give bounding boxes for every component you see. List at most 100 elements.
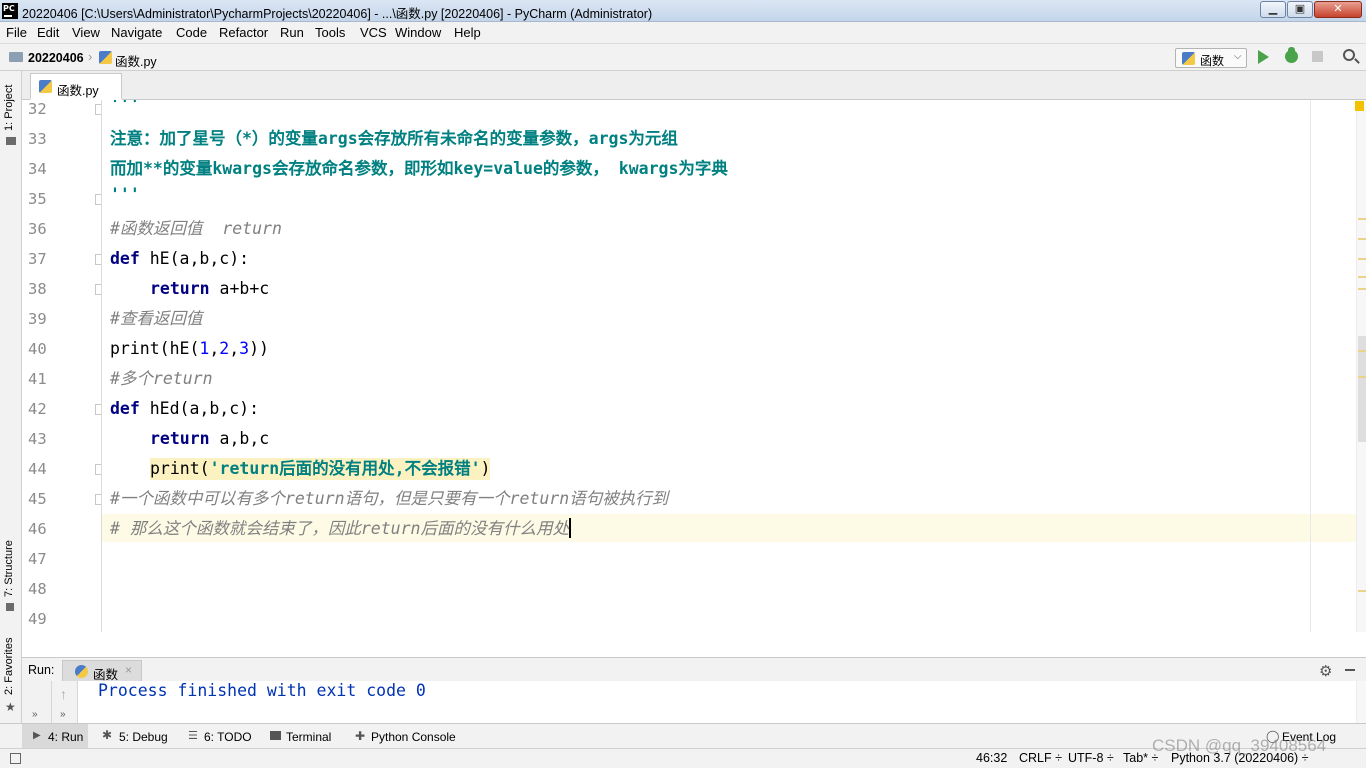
- code-line: #多个return: [110, 368, 213, 390]
- breadcrumb-file[interactable]: 函数.py: [115, 51, 157, 70]
- code-line: def hEd(a,b,c):: [110, 398, 259, 420]
- line-number: 48: [28, 580, 47, 598]
- favorites-tool-tab[interactable]: 2: Favorites: [3, 638, 15, 695]
- editor-tab[interactable]: 函数.py: [30, 73, 122, 100]
- code-line: 而加**的变量kwargs会存放命名参数，即形如key=value的参数， kw…: [110, 158, 728, 180]
- menu-file[interactable]: File: [6, 25, 27, 40]
- line-separator[interactable]: CRLF ÷: [1019, 751, 1062, 765]
- run-triangle-icon: ▶: [33, 730, 41, 741]
- keyword: return: [150, 279, 210, 298]
- up-arrow-icon[interactable]: ↑: [60, 686, 67, 702]
- editor-scrollbar[interactable]: [1356, 100, 1366, 632]
- tool-tab-run[interactable]: ▶ 4: Run: [22, 724, 88, 749]
- console-output-text: Process finished with exit code 0: [98, 681, 426, 700]
- gear-icon[interactable]: ⚙: [1319, 662, 1332, 680]
- menu-run[interactable]: Run: [280, 25, 304, 40]
- warning-indicator-icon[interactable]: [1355, 101, 1364, 111]
- fold-marker-icon[interactable]: [95, 284, 101, 295]
- code-text: hE(a,b,c):: [139, 249, 250, 268]
- menu-vcs[interactable]: VCS: [360, 25, 387, 40]
- project-tool-tab[interactable]: 1: Project: [3, 85, 15, 131]
- tool-tab-terminal[interactable]: Terminal: [262, 724, 340, 749]
- fold-marker-icon[interactable]: [95, 104, 101, 115]
- close-button[interactable]: ✕: [1314, 1, 1362, 18]
- menu-edit[interactable]: Edit: [37, 25, 59, 40]
- error-stripe-mark[interactable]: [1358, 276, 1366, 278]
- number-literal: 2: [219, 339, 230, 358]
- tool-tab-label: Terminal: [286, 730, 332, 744]
- stop-icon[interactable]: [1312, 51, 1323, 62]
- fold-marker-icon[interactable]: [95, 194, 101, 205]
- menu-window[interactable]: Window: [395, 25, 441, 40]
- console-scrollbar[interactable]: [1356, 681, 1366, 723]
- line-number: 41: [28, 370, 47, 388]
- run-configuration-select[interactable]: 函数 ⌵: [1175, 48, 1247, 68]
- error-stripe-mark[interactable]: [1358, 258, 1366, 260]
- comment: #多个return: [110, 369, 213, 388]
- error-stripe-mark[interactable]: [1358, 218, 1366, 220]
- code-editor[interactable]: ''' 注意：加了星号（*）的变量args会存放所有未命名的变量参数，args为…: [102, 100, 1310, 632]
- line-number: 33: [28, 130, 47, 148]
- minimize-panel-icon[interactable]: [1345, 669, 1355, 671]
- fold-marker-icon[interactable]: [95, 254, 101, 265]
- maximize-button[interactable]: ▣: [1287, 1, 1313, 18]
- python-config-icon: [1182, 52, 1195, 65]
- code-text: ,: [229, 339, 240, 358]
- structure-tool-tab[interactable]: 7: Structure: [3, 540, 15, 597]
- fold-marker-icon[interactable]: [95, 404, 101, 415]
- breadcrumb-project[interactable]: 20220406: [28, 51, 84, 65]
- code-line: ''': [110, 184, 140, 206]
- run-icon[interactable]: [1258, 50, 1269, 64]
- left-tool-strip: 1: Project 7: Structure 2: Favorites ★: [0, 71, 22, 747]
- code-line: def hE(a,b,c):: [110, 248, 249, 270]
- run-configuration-label: 函数: [1200, 54, 1225, 68]
- close-icon[interactable]: ×: [125, 663, 132, 677]
- expand-chevrons-icon[interactable]: »: [32, 709, 38, 720]
- menu-code[interactable]: Code: [176, 25, 207, 40]
- bug-icon: ✱: [102, 728, 113, 742]
- minimize-button[interactable]: ▁: [1260, 1, 1286, 18]
- docstring-text: 注意：加了星号（*）的变量args会存放所有未命名的变量参数，args为元组: [110, 129, 678, 148]
- line-number: 44: [28, 460, 47, 478]
- fold-marker-icon[interactable]: [95, 494, 101, 505]
- close-icon: ✕: [1333, 3, 1343, 15]
- line-number-gutter: 32 33 34 35 36 37 38 39 40 41 42 43 44 4…: [22, 100, 102, 632]
- folder-icon: [9, 52, 23, 62]
- error-stripe-mark[interactable]: [1358, 288, 1366, 290]
- menu-bar: File Edit View Navigate Code Refactor Ru…: [0, 22, 1366, 43]
- menu-refactor[interactable]: Refactor: [219, 25, 268, 40]
- line-number: 38: [28, 280, 47, 298]
- error-stripe-mark[interactable]: [1358, 350, 1366, 352]
- menu-tools[interactable]: Tools: [315, 25, 345, 40]
- code-line: return a+b+c: [150, 278, 269, 300]
- project-folder-icon: [6, 137, 16, 145]
- error-stripe-mark[interactable]: [1358, 238, 1366, 240]
- tool-tab-label: Python Console: [371, 730, 456, 744]
- menu-view[interactable]: View: [72, 25, 100, 40]
- menu-navigate[interactable]: Navigate: [111, 25, 162, 40]
- tool-tab-python-console[interactable]: ✚ Python Console: [348, 724, 460, 749]
- error-stripe-mark[interactable]: [1358, 590, 1366, 592]
- number-literal: 1: [199, 339, 210, 358]
- expand-chevrons-icon[interactable]: »: [60, 709, 66, 720]
- run-left-toolbar-2: ↑ »: [52, 681, 78, 723]
- tool-tab-label: 5: Debug: [119, 730, 168, 744]
- caret-position[interactable]: 46:32: [976, 751, 1007, 765]
- line-number: 46: [28, 520, 47, 538]
- code-line: ''': [110, 100, 140, 116]
- run-tab[interactable]: 函数 ×: [62, 660, 142, 682]
- fold-marker-icon[interactable]: [95, 464, 101, 475]
- run-panel-label: Run:: [28, 663, 55, 677]
- debug-bug-icon[interactable]: [1285, 47, 1298, 63]
- run-console-output[interactable]: Process finished with exit code 0: [78, 681, 1356, 723]
- error-stripe-mark[interactable]: [1358, 376, 1366, 378]
- code-text: ): [480, 459, 491, 478]
- run-left-toolbar: »: [22, 681, 52, 723]
- search-icon[interactable]: [1343, 49, 1355, 61]
- tool-tab-todo[interactable]: ☰ 6: TODO: [182, 724, 252, 749]
- tool-tab-debug[interactable]: ✱ 5: Debug: [96, 724, 176, 749]
- code-text: hEd(a,b,c):: [139, 399, 260, 418]
- tool-windows-toggle-icon[interactable]: [10, 753, 21, 764]
- file-encoding[interactable]: UTF-8 ÷: [1068, 751, 1114, 765]
- menu-help[interactable]: Help: [454, 25, 481, 40]
